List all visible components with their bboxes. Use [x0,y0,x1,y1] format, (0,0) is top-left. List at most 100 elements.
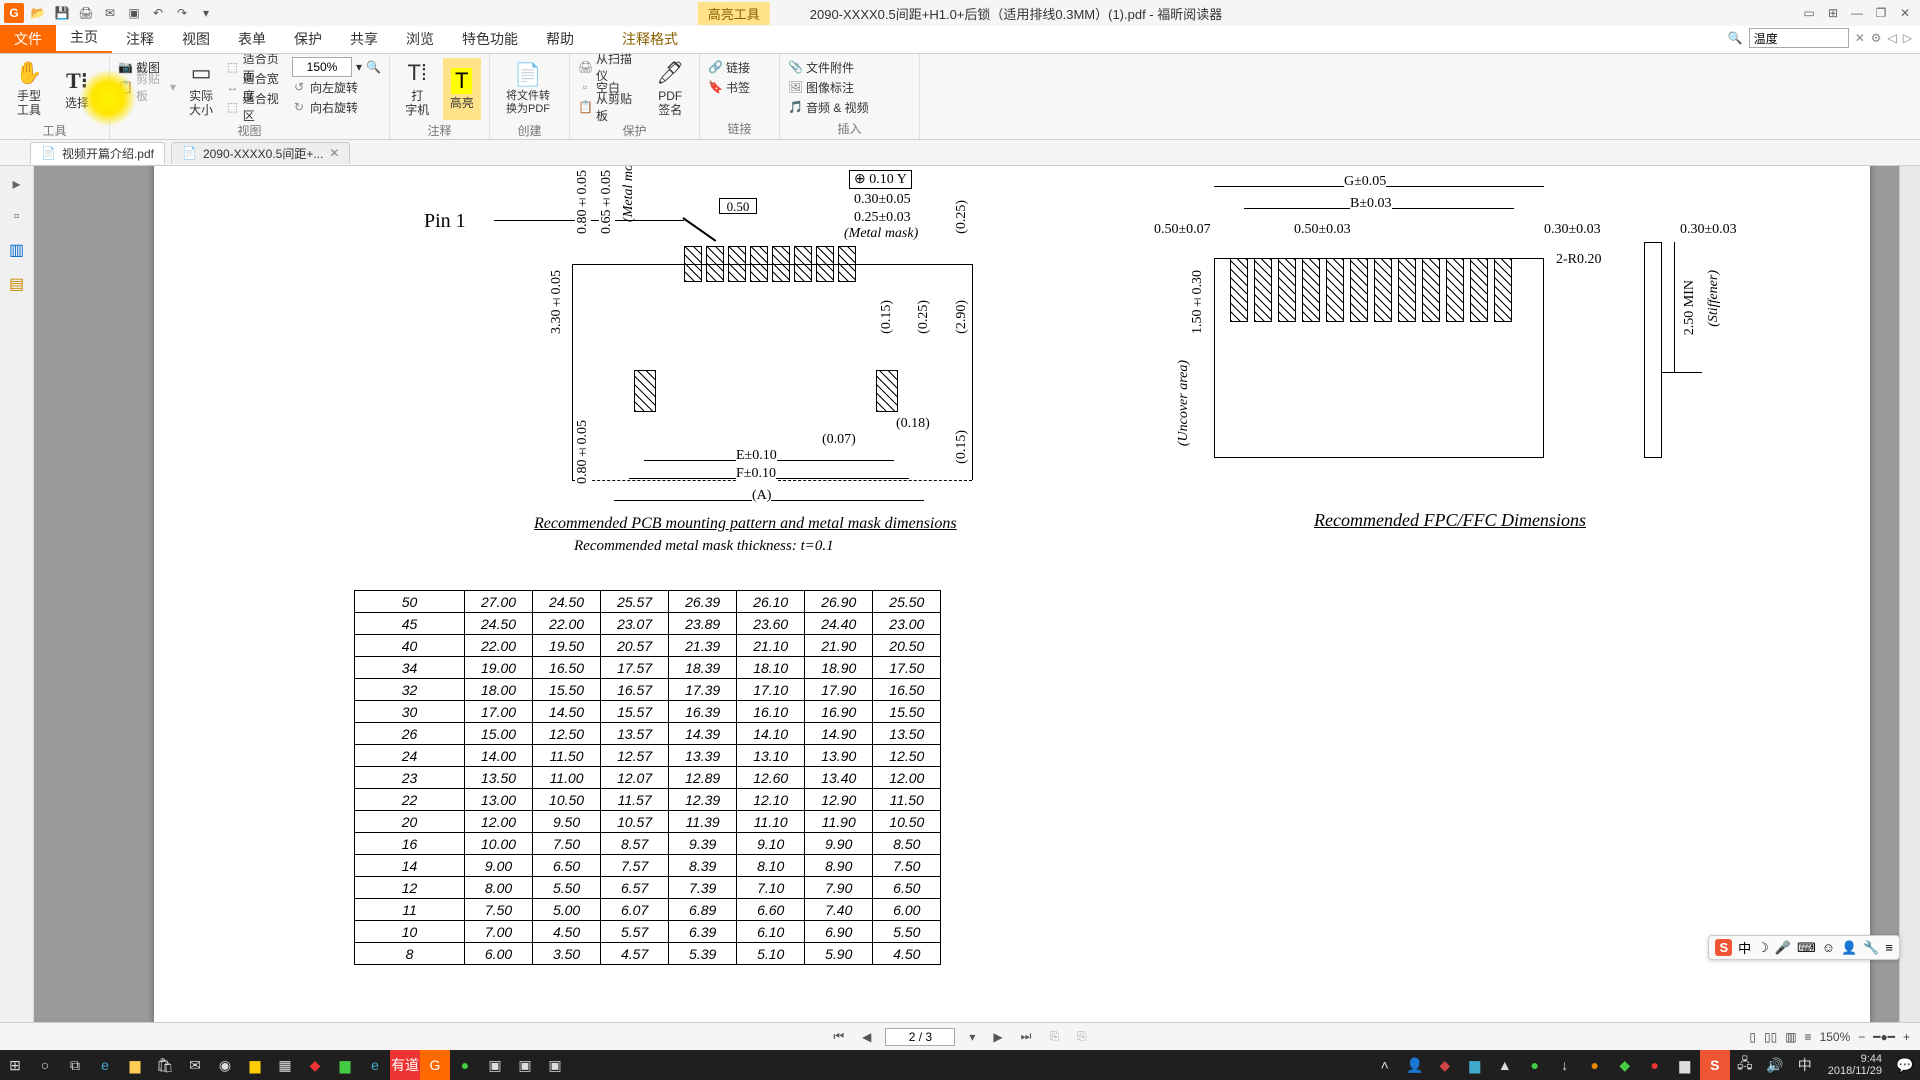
zoom-slider[interactable]: ━●━ [1873,1030,1895,1044]
redo-icon[interactable]: ↷ [172,3,192,23]
chrome-icon[interactable]: ◉ [210,1050,240,1080]
explorer-icon[interactable]: ▆ [120,1050,150,1080]
minimize-icon[interactable]: — [1848,4,1866,22]
clock[interactable]: 9:44 2018/11/29 [1820,1053,1890,1077]
expand-icon[interactable]: ▸ [12,174,20,194]
fit-view-button[interactable]: ⬚适合视区 [226,98,286,116]
ime-s-icon[interactable]: S [1715,939,1732,956]
tab-special[interactable]: 特色功能 [448,25,532,53]
ime-face-icon[interactable]: ☺ [1822,940,1835,955]
tray-8-icon[interactable]: ● [1640,1050,1670,1080]
app-d-icon[interactable]: ▣ [480,1050,510,1080]
page-dropdown-icon[interactable]: ▾ [965,1030,979,1044]
tab-file[interactable]: 文件 [0,25,56,53]
zoom-dropdown-icon[interactable]: ▾ [356,60,362,74]
select-tool-button[interactable]: T⁝选择 [56,58,98,120]
tray-people-icon[interactable]: 👤 [1400,1050,1430,1080]
close-icon[interactable]: ✕ [1896,4,1914,22]
typewriter-button[interactable]: T⁞打 字机 [398,58,437,120]
app-logo-icon[interactable]: G [4,3,24,23]
search-close-icon[interactable]: ✕ [1855,31,1865,45]
email-icon[interactable]: ✉ [100,3,120,23]
clipboard-button[interactable]: 📋剪贴板 ▾ [118,78,176,96]
app-grid-icon[interactable]: ⊞ [1824,4,1842,22]
from-scanner-button[interactable]: 🖨从扫描仪 [578,58,643,76]
page-copy-icon[interactable]: ⎘ [1045,1029,1063,1044]
zoom-out-icon[interactable]: − [1858,1030,1865,1044]
first-page-icon[interactable]: ⏮ [829,1029,848,1044]
app-c-icon[interactable]: 有道 [390,1050,420,1080]
tray-vol-icon[interactable]: 🔊 [1760,1050,1790,1080]
continuous-icon[interactable]: ▯▯ [1764,1030,1777,1044]
page-input[interactable] [885,1028,955,1046]
bookmark-nav-icon[interactable]: ▤ [9,274,24,294]
highlight-button[interactable]: T高亮 [443,58,482,120]
whatever-icon[interactable]: ▣ [124,3,144,23]
zoom-fit-icon[interactable]: 🔍 [366,60,381,74]
audio-video-button[interactable]: 🎵音频 & 视频 [788,98,869,116]
dropdown-icon[interactable]: ▾ [196,3,216,23]
tray-5-icon[interactable]: ↓ [1550,1050,1580,1080]
tab-help[interactable]: 帮助 [532,25,588,53]
prev-page-icon[interactable]: ◀ [858,1030,875,1044]
from-clip-button[interactable]: 📋从剪贴板 [578,98,643,116]
doc-tab-2[interactable]: 📄 2090-XXXX0.5间距+... ✕ [171,142,350,164]
cont-facing-icon[interactable]: ≡ [1805,1030,1812,1044]
tray-s-icon[interactable]: S [1700,1050,1730,1080]
close-tab-icon[interactable]: ✕ [329,146,339,160]
app-f-icon[interactable]: ▣ [540,1050,570,1080]
undo-icon[interactable]: ↶ [148,3,168,23]
open-icon[interactable]: 📂 [28,3,48,23]
notes-icon[interactable]: ▆ [240,1050,270,1080]
tray-2-icon[interactable]: ▆ [1460,1050,1490,1080]
tray-6-icon[interactable]: ● [1580,1050,1610,1080]
pdf-sign-button[interactable]: 🖊PDF 签名 [649,58,691,120]
tab-comment[interactable]: 注释 [112,25,168,53]
ime-mic-icon[interactable]: 🎤 [1775,940,1791,956]
tray-7-icon[interactable]: ◆ [1610,1050,1640,1080]
edge-icon[interactable]: e [90,1050,120,1080]
zoom-input[interactable] [292,57,352,77]
ime-toolbar[interactable]: S 中 ☽ 🎤 ⌨ ☺ 👤 🔧 ≡ [1708,935,1900,960]
prev-result-icon[interactable]: ◁ [1888,31,1897,45]
ime-menu-icon[interactable]: ≡ [1885,940,1893,955]
rotate-right-button[interactable]: ↻向右旋转 [292,98,381,116]
cortana-icon[interactable]: ○ [30,1050,60,1080]
save-icon[interactable]: 💾 [52,3,72,23]
start-button[interactable]: ⊞ [0,1050,30,1080]
ribbon-min-icon[interactable]: ▭ [1800,4,1818,22]
tray-net-icon[interactable]: 🖧 [1730,1050,1760,1080]
bookmark-button[interactable]: 🔖书签 [708,78,750,96]
link-button[interactable]: 🔗链接 [708,58,750,76]
tray-1-icon[interactable]: ◆ [1430,1050,1460,1080]
rotate-left-button[interactable]: ↺向左旋转 [292,78,381,96]
tab-view[interactable]: 视图 [168,25,224,53]
taskview-icon[interactable]: ⧉ [60,1050,90,1080]
tray-up-icon[interactable]: ˄ [1370,1050,1400,1080]
tab-protect[interactable]: 保护 [280,25,336,53]
app-b-icon[interactable]: ▆ [330,1050,360,1080]
store-icon[interactable]: 🛍 [150,1050,180,1080]
search-icon[interactable]: 🔍 [1728,31,1743,45]
tab-browse[interactable]: 浏览 [392,25,448,53]
page-copy2-icon[interactable]: ⎘ [1073,1029,1091,1044]
next-result-icon[interactable]: ▷ [1903,31,1912,45]
tray-ime-icon[interactable]: 中 [1790,1050,1820,1080]
zoom-in-icon[interactable]: + [1903,1030,1910,1044]
single-page-icon[interactable]: ▯ [1749,1030,1756,1044]
tab-comment-format[interactable]: 注释格式 [608,25,692,53]
tab-share[interactable]: 共享 [336,25,392,53]
calc-icon[interactable]: ▦ [270,1050,300,1080]
app-a-icon[interactable]: ◆ [300,1050,330,1080]
settings-icon[interactable]: ⚙ [1871,31,1882,45]
ime-key-icon[interactable]: ⌨ [1797,940,1816,956]
actual-size-button[interactable]: ▭实际 大小 [182,58,220,120]
ime-tool-icon[interactable]: 🔧 [1863,940,1879,956]
page-nav-icon[interactable]: ▫ [14,208,20,226]
last-page-icon[interactable]: ⏭ [1017,1029,1036,1044]
ime-zh[interactable]: 中 [1738,938,1751,957]
doc-tab-1[interactable]: 📄 视频开篇介绍.pdf [30,142,165,164]
layers-icon[interactable]: ▥ [9,240,24,260]
ime-user-icon[interactable]: 👤 [1841,940,1857,956]
notifications-icon[interactable]: 💬 [1890,1050,1920,1080]
